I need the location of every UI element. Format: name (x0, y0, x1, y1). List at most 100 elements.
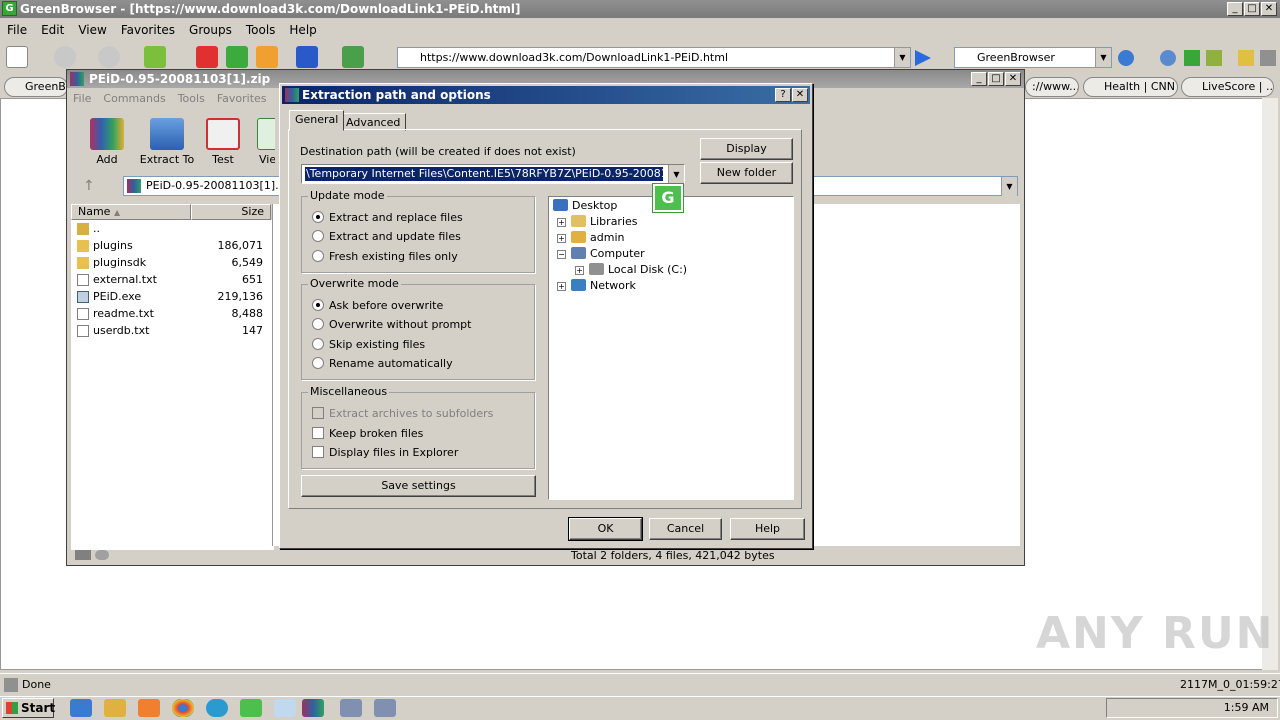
menu-help[interactable]: Help (282, 20, 323, 40)
minimize-button[interactable]: _ (1227, 2, 1243, 16)
tree-item-network[interactable]: Network (571, 279, 636, 293)
list-item[interactable]: readme.txt 8,488 (71, 305, 271, 322)
green-icon[interactable] (1184, 50, 1200, 66)
up-folder-icon[interactable]: ↑ (83, 178, 95, 194)
winrar-menu-tools[interactable]: Tools (172, 90, 211, 108)
winrar-minimize-button[interactable]: _ (971, 72, 987, 86)
greenbrowser-overlay-icon[interactable]: G (653, 184, 683, 212)
winrar-menu-commands[interactable]: Commands (97, 90, 171, 108)
notepad-task-icon[interactable] (274, 699, 296, 717)
radio-extract-update[interactable]: Extract and update files (312, 230, 461, 244)
radio-extract-replace[interactable]: Extract and replace files (312, 211, 463, 225)
key-icon[interactable] (95, 550, 109, 560)
test-button[interactable]: Test (191, 114, 255, 170)
greenbrowser-task-icon[interactable] (240, 699, 262, 717)
menu-groups[interactable]: Groups (182, 20, 239, 40)
view-button[interactable]: Vie (247, 114, 275, 170)
list-item[interactable]: pluginsdk 6,549 (71, 254, 271, 271)
winrar-task-icon[interactable] (302, 699, 324, 717)
drive-icon[interactable] (75, 550, 91, 560)
tools-icon[interactable] (342, 46, 364, 68)
winrar-menu-file[interactable]: File (67, 90, 97, 108)
menu-file[interactable]: File (0, 20, 34, 40)
list-item[interactable]: plugins 186,071 (71, 237, 271, 254)
dest-dropdown-icon[interactable]: ▼ (668, 165, 684, 183)
maximize-button[interactable]: □ (1244, 2, 1260, 16)
dialog-close-button[interactable]: ✕ (792, 88, 808, 102)
new-page-icon[interactable] (6, 46, 28, 68)
radio-rename-automatically[interactable]: Rename automatically (312, 357, 453, 371)
list-item[interactable]: userdb.txt 147 (71, 322, 271, 339)
menu-tools[interactable]: Tools (239, 20, 283, 40)
search-dropdown-icon[interactable]: ▼ (1095, 48, 1111, 67)
back-icon[interactable] (54, 46, 76, 68)
list-item[interactable]: .. (71, 220, 271, 237)
column-name[interactable]: Name ▲ (71, 204, 191, 220)
search-box[interactable]: GreenBrowser ▼ (954, 47, 1112, 68)
tab-general[interactable]: General (289, 110, 345, 131)
expand-icon[interactable]: + (575, 266, 584, 275)
tree-item-admin[interactable]: admin (571, 231, 624, 245)
address-dropdown-icon[interactable]: ▼ (894, 48, 910, 67)
winrar-close-button[interactable]: ✕ (1005, 72, 1021, 86)
display-button[interactable]: Display (700, 138, 793, 160)
address-bar[interactable]: https://www.download3k.com/DownloadLink1… (397, 47, 911, 68)
undo-icon[interactable] (296, 46, 318, 68)
expand-icon[interactable]: + (557, 234, 566, 243)
radio-overwrite-without-prompt[interactable]: Overwrite without prompt (312, 318, 471, 332)
tab-livescore[interactable]: LiveScore | ... (1181, 77, 1274, 97)
tree-item-computer[interactable]: Computer (571, 247, 645, 261)
new-folder-button[interactable]: New folder (700, 162, 793, 184)
column-size[interactable]: Size (191, 204, 271, 220)
refresh-icon[interactable] (226, 46, 248, 68)
media-player-icon[interactable] (138, 699, 160, 717)
winrar-path-dropdown-icon[interactable]: ▼ (1001, 177, 1017, 196)
destination-path-combo[interactable]: \Temporary Internet Files\Content.IE5\78… (301, 164, 685, 184)
list-item[interactable]: external.txt 651 (71, 271, 271, 288)
tab-cnn[interactable]: Health | CNN (1083, 77, 1178, 97)
menu-favorites[interactable]: Favorites (114, 20, 182, 40)
ie-icon[interactable] (70, 699, 92, 717)
tab-page[interactable]: ://www... (1025, 77, 1079, 97)
browser-scrollbar[interactable] (1262, 98, 1278, 670)
edge-icon[interactable] (206, 699, 228, 717)
radio-skip-existing[interactable]: Skip existing files (312, 338, 425, 352)
dialog-help-button[interactable]: ? (775, 88, 791, 102)
up-icon[interactable] (144, 46, 166, 68)
tree-item-libraries[interactable]: Libraries (571, 215, 638, 229)
close-button[interactable]: ✕ (1261, 2, 1277, 16)
checkbox-display-explorer[interactable]: Display files in Explorer (312, 446, 458, 460)
collapse-icon[interactable]: − (557, 250, 566, 259)
highlight-icon[interactable] (1238, 50, 1254, 66)
home-icon[interactable] (256, 46, 278, 68)
folder-tree[interactable]: Desktop + Libraries + admin − Computer +… (548, 196, 794, 500)
tab-greenbrowser[interactable]: GreenBr (4, 77, 68, 97)
search-engine-icon[interactable] (1118, 50, 1134, 66)
extract-to-button[interactable]: Extract To (135, 114, 199, 170)
winrar-menu-favorites[interactable]: Favorites (211, 90, 273, 108)
screenshot-icon[interactable] (1206, 50, 1222, 66)
menu-view[interactable]: View (71, 20, 113, 40)
expand-icon[interactable]: + (557, 282, 566, 291)
list-item[interactable]: PEiD.exe 219,136 (71, 288, 271, 305)
cancel-button[interactable]: Cancel (649, 518, 722, 540)
add-button[interactable]: Add (75, 114, 139, 170)
save-settings-button[interactable]: Save settings (301, 475, 536, 497)
winrar-maximize-button[interactable]: □ (988, 72, 1004, 86)
setup2-task-icon[interactable] (374, 699, 396, 717)
stop-icon[interactable] (196, 46, 218, 68)
start-button[interactable]: Start (2, 698, 55, 718)
help-button[interactable]: Help (730, 518, 805, 540)
expand-icon[interactable]: + (557, 218, 566, 227)
forward-icon[interactable] (98, 46, 120, 68)
menu-edit[interactable]: Edit (34, 20, 71, 40)
checkbox-keep-broken[interactable]: Keep broken files (312, 427, 423, 441)
magnifier-icon[interactable] (1160, 50, 1176, 66)
ok-button[interactable]: OK (568, 517, 643, 541)
tree-item-local-disk[interactable]: Local Disk (C:) (589, 263, 687, 277)
chrome-icon[interactable] (172, 699, 194, 717)
explorer-icon[interactable] (104, 699, 126, 717)
settings-icon[interactable] (1260, 50, 1276, 66)
radio-fresh-existing[interactable]: Fresh existing files only (312, 250, 458, 264)
setup-task-icon[interactable] (340, 699, 362, 717)
